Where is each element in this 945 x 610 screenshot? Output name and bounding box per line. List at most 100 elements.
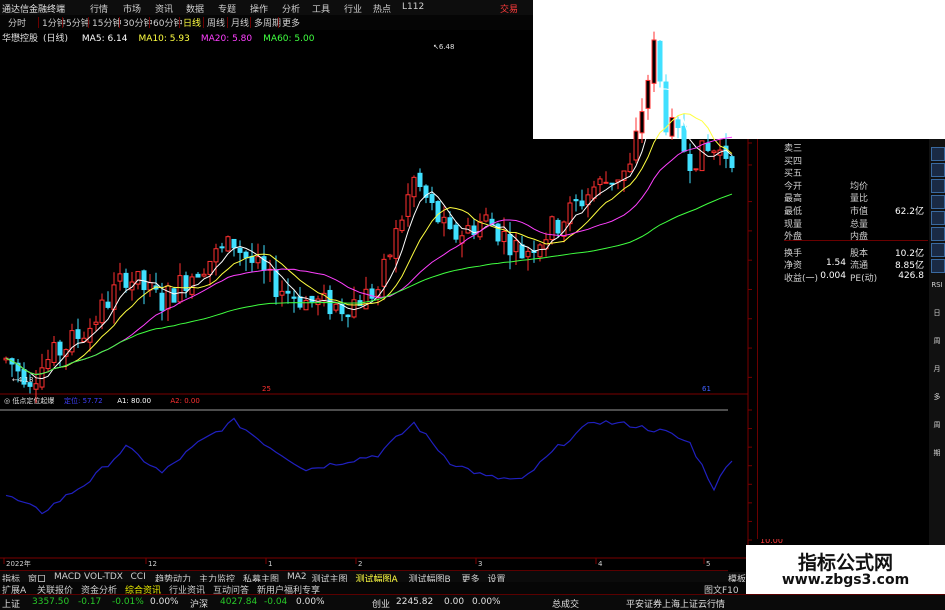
candle-body (225, 236, 231, 252)
candle-body (39, 367, 45, 388)
candle-body (477, 221, 483, 238)
sh-index-change: -0.17 (78, 597, 102, 607)
candle-body (549, 216, 555, 240)
toolbar-item-4[interactable]: 多 (931, 391, 943, 403)
hs-index-pct: 0.00% (296, 597, 325, 607)
chart-icon[interactable] (931, 163, 945, 177)
table-icon[interactable] (931, 195, 945, 209)
candle-body (483, 214, 489, 222)
candle-body (381, 258, 387, 287)
candle-body (207, 260, 213, 275)
grid-icon[interactable] (931, 147, 945, 161)
indicator-legend-1: A1: 80.00 (117, 397, 151, 405)
candle-body (525, 250, 531, 258)
indicator-legend-2: A2: 0.00 (170, 397, 199, 405)
period-tab-0[interactable]: 分时 (8, 16, 26, 29)
event-marker[interactable]: 61 (702, 385, 711, 393)
sh-index-name[interactable]: 上证 (2, 597, 20, 610)
period-tab-7[interactable]: 周线 (207, 16, 225, 29)
period-tab-8[interactable]: 月线 (231, 16, 249, 29)
candle-body (51, 342, 57, 363)
watermark-logo: 指标公式网 www.zbgs3.com (746, 545, 945, 594)
period-tab-6[interactable]: 日线 (183, 16, 201, 29)
tool-icon[interactable] (931, 227, 945, 241)
quote-value: 0.004 (820, 271, 846, 281)
toolbar-item-3[interactable]: 月 (931, 363, 943, 375)
candle-body (333, 303, 339, 311)
candle-body (603, 181, 609, 184)
candle-body (231, 238, 237, 249)
hs-index-name[interactable]: 沪深 (190, 597, 208, 610)
candle-body (303, 299, 309, 311)
candle-body (681, 125, 687, 152)
toolbar-item-0[interactable]: RSI (931, 279, 943, 291)
quote-key: 今开 (784, 181, 803, 192)
candle-body (645, 79, 651, 109)
candle-body (651, 39, 657, 84)
indicator-tab-2[interactable]: MACD (54, 572, 81, 582)
quote-value-2: 62.2亿 (894, 207, 924, 217)
pin-icon[interactable] (931, 259, 945, 273)
quote-key: 收益(一) (784, 274, 819, 284)
indicator-tab-3[interactable]: VOL-TDX (84, 572, 123, 582)
hs-index-change: -0.04 (264, 597, 288, 607)
candle-body (393, 228, 399, 259)
event-marker[interactable]: 25 (262, 385, 271, 393)
candle-body (123, 272, 129, 288)
candle-body (417, 172, 423, 188)
candle-body (387, 254, 393, 258)
quote-key: 现量 (784, 219, 803, 230)
quote-key-2: 流通 (850, 261, 869, 272)
candle-body (165, 285, 171, 310)
cy-index-change: 0.00 (444, 597, 465, 607)
toolbar-item-6[interactable]: 期 (931, 447, 943, 459)
cy-index-name[interactable]: 创业 (372, 597, 390, 610)
quote-key-2: 量比 (850, 194, 869, 205)
candle-body (507, 233, 513, 256)
indicator-tab-4[interactable]: CCI (131, 572, 146, 582)
candle-body (99, 299, 105, 324)
right-toolbar: RSI 日周月多周期 (929, 139, 945, 569)
toolbar-item-2[interactable]: 周 (931, 335, 943, 347)
period-tab-2[interactable]: 5分钟 (66, 16, 90, 29)
candle-body (273, 269, 279, 298)
candle-body (657, 40, 663, 82)
ma5-line (5, 88, 733, 380)
cy-index-value: 2245.82 (396, 597, 434, 607)
time-tick-label: 2022年 (6, 559, 31, 568)
candle-body (435, 201, 441, 223)
quote-value-2: 426.8 (898, 271, 924, 281)
candle-body (159, 292, 165, 311)
candle-body (429, 194, 435, 204)
period-tab-10[interactable]: 更多 (282, 16, 300, 29)
time-tick-label: 2 (358, 560, 362, 568)
list-icon[interactable] (931, 211, 945, 225)
tab-separator (119, 17, 120, 28)
time-tick-label: 4 (598, 560, 603, 568)
candle-body (285, 290, 291, 294)
indicator-tab-8[interactable]: MA2 (287, 572, 307, 582)
quote-key-2: 股本 (850, 248, 869, 259)
candle-body (453, 224, 459, 240)
quote-key-2: 均价 (850, 181, 869, 192)
candle-body (57, 341, 63, 356)
bar-icon[interactable] (931, 179, 945, 193)
candle-body (213, 248, 219, 263)
candle-body (573, 199, 579, 202)
candle-body (687, 153, 693, 171)
watermark-title: 指标公式网 (797, 552, 893, 574)
toolbar-item-5[interactable]: 周 (931, 419, 943, 431)
candle-body (201, 273, 207, 277)
period-tab-9[interactable]: 多周期 (254, 16, 281, 29)
candle-body (447, 217, 453, 230)
candle-body (705, 142, 711, 151)
candle-body (519, 244, 525, 259)
candle-body (75, 329, 81, 339)
period-tab-3[interactable]: 15分钟 (92, 16, 121, 29)
indicator-name[interactable]: ◎ 低点定位起爆 (4, 396, 54, 405)
sh-index-value: 3357.50 (32, 597, 70, 607)
candle-body (45, 359, 51, 370)
candle-body (255, 256, 261, 264)
window-icon[interactable] (931, 243, 945, 257)
toolbar-item-1[interactable]: 日 (931, 307, 943, 319)
